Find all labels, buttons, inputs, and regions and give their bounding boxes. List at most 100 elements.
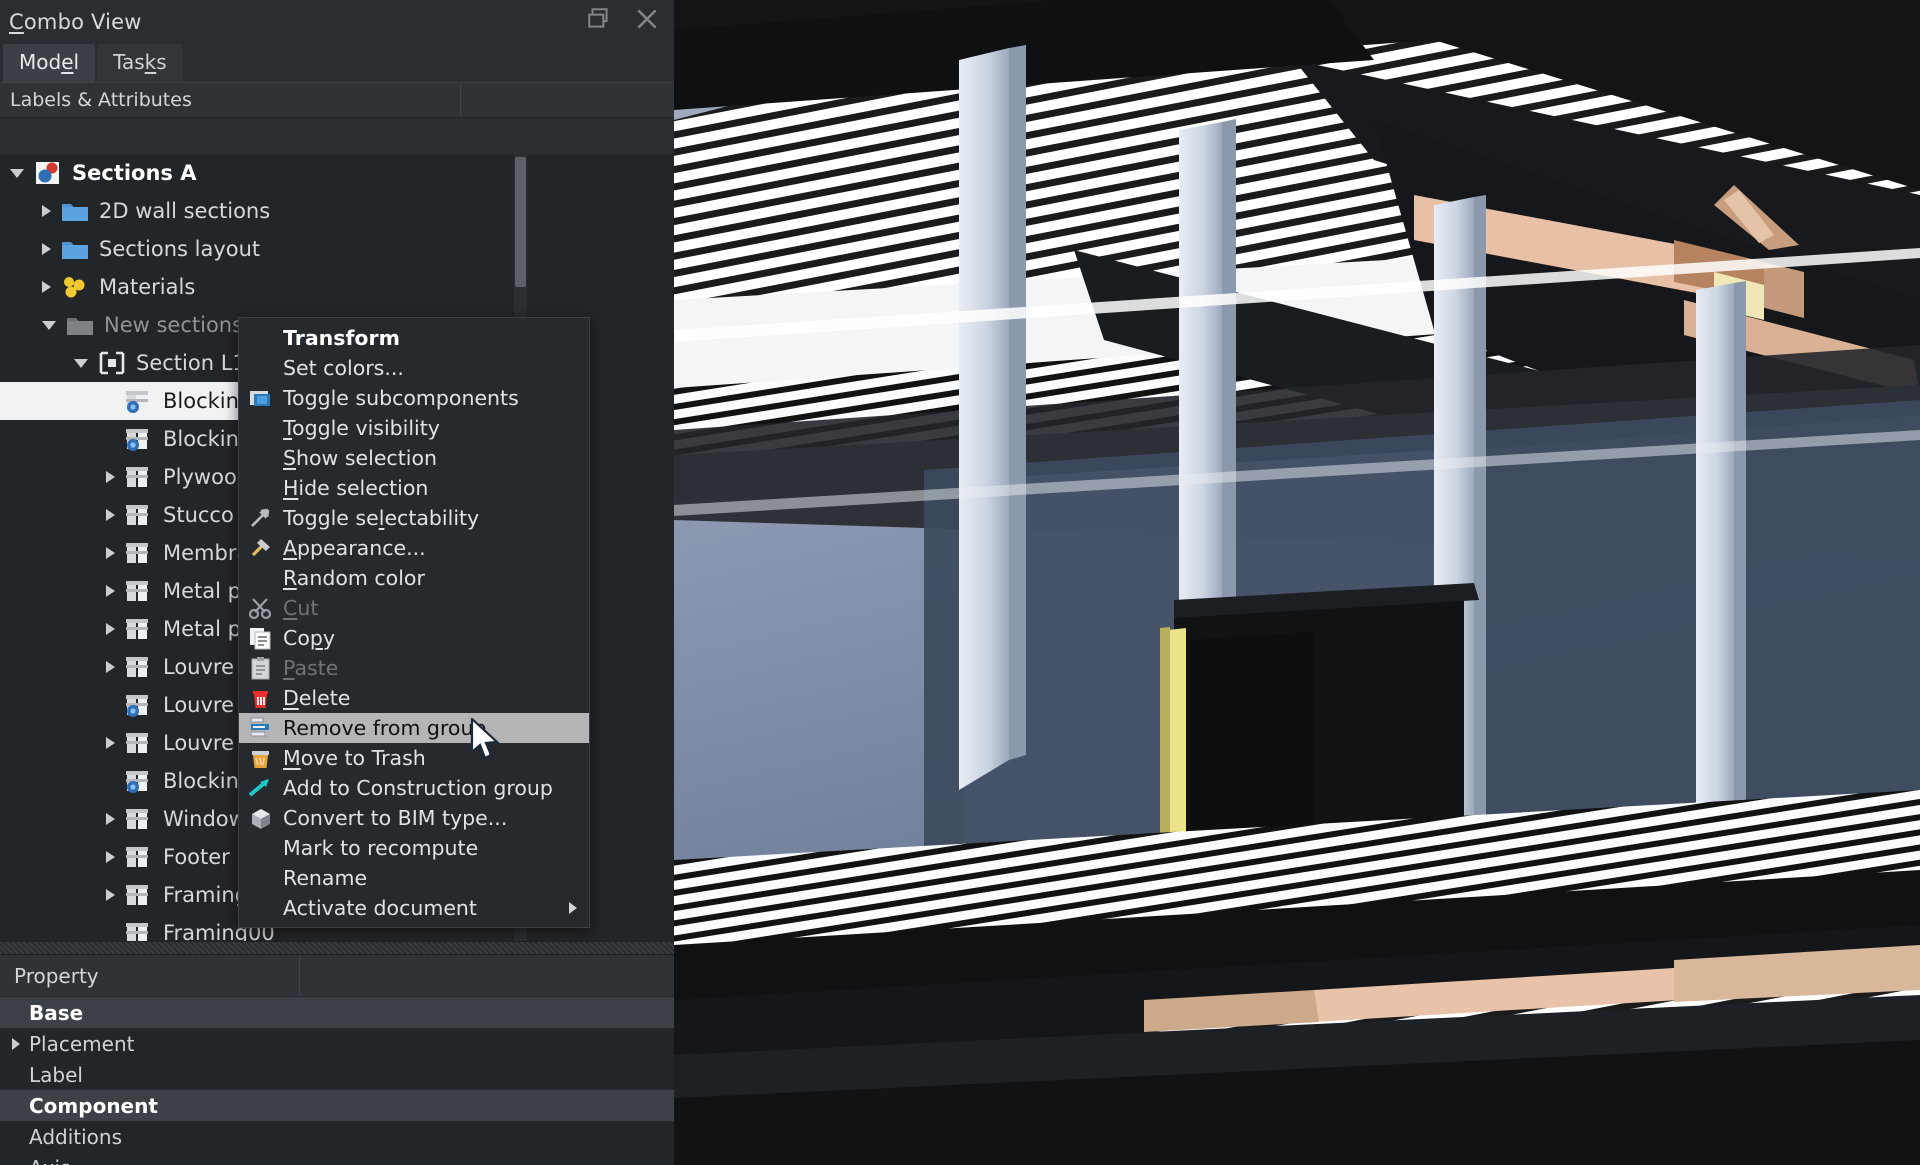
context-menu-item[interactable]: Add to Construction group: [239, 773, 589, 803]
context-menu-item[interactable]: Hide selection: [239, 473, 589, 503]
context-menu-item[interactable]: Convert to BIM type...: [239, 803, 589, 833]
context-menu-item[interactable]: Delete: [239, 683, 589, 713]
context-menu-item[interactable]: Random color: [239, 563, 589, 593]
property-row-label: Axis: [29, 1156, 71, 1165]
blank-icon: [247, 355, 275, 381]
chevron-down-icon[interactable]: [10, 169, 24, 178]
context-menu-item-label: Remove from group: [283, 716, 486, 740]
tree-item-label: 2D wall sections: [99, 199, 270, 223]
context-menu-item[interactable]: Transform: [239, 323, 589, 353]
tree-column-label: Labels & Attributes: [0, 83, 461, 117]
chevron-right-icon[interactable]: [106, 623, 115, 635]
context-menu-item[interactable]: Appearance...: [239, 533, 589, 563]
tree-item[interactable]: Sections A: [0, 154, 674, 192]
context-menu-item[interactable]: Activate document: [239, 893, 589, 923]
chevron-down-icon[interactable]: [74, 359, 88, 368]
tree-column-description: [461, 83, 674, 117]
restore-icon[interactable]: [586, 6, 612, 32]
component-icon: [124, 805, 154, 833]
context-menu-item-label: Toggle subcomponents: [283, 386, 519, 410]
chevron-down-icon[interactable]: [42, 321, 56, 330]
blank-icon: [247, 865, 275, 891]
context-menu-item[interactable]: Show selection: [239, 443, 589, 473]
context-menu-item[interactable]: Toggle selectability: [239, 503, 589, 533]
context-menu-item-label: Appearance...: [283, 536, 426, 560]
materials-icon: [60, 273, 90, 301]
chevron-right-icon[interactable]: [42, 243, 51, 255]
context-menu-item-label: Add to Construction group: [283, 776, 553, 800]
trash-bin-icon: [247, 745, 275, 771]
panel-title: Combo View: [9, 10, 142, 34]
blank-icon: [247, 895, 275, 921]
tree-item[interactable]: Materials: [0, 268, 674, 306]
context-menu-item[interactable]: Toggle subcomponents: [239, 383, 589, 413]
chevron-right-icon[interactable]: [42, 205, 51, 217]
3d-viewport[interactable]: [674, 0, 1920, 1165]
tree-item-label: Framing: [163, 883, 248, 907]
3d-model-render: [674, 0, 1920, 1165]
component-icon: [124, 729, 154, 757]
context-menu-item-label: Convert to BIM type...: [283, 806, 507, 830]
property-row-label: Additions: [29, 1125, 122, 1149]
section-icon: [97, 349, 127, 377]
component-icon: [124, 881, 154, 909]
property-row[interactable]: Component: [0, 1090, 674, 1121]
scissors-icon: [247, 595, 275, 621]
context-menu-item[interactable]: Set colors...: [239, 353, 589, 383]
property-row-label: Base: [29, 1001, 83, 1025]
context-menu-item[interactable]: Toggle visibility: [239, 413, 589, 443]
tree-item[interactable]: 2D wall sections: [0, 192, 674, 230]
chevron-right-icon[interactable]: [106, 737, 115, 749]
panel-splitter[interactable]: [0, 941, 674, 955]
context-menu-item[interactable]: Mark to recompute: [239, 833, 589, 863]
property-row[interactable]: Label: [0, 1059, 674, 1090]
tree-item-label: Section L1: [136, 351, 246, 375]
tree-item-label: Materials: [99, 275, 195, 299]
property-row[interactable]: Axis: [0, 1152, 674, 1165]
tree-item[interactable]: Sections layout: [0, 230, 674, 268]
chevron-right-icon[interactable]: [106, 547, 115, 559]
chevron-right-icon[interactable]: [106, 471, 115, 483]
component-link-icon: [124, 425, 154, 453]
context-menu-item[interactable]: Remove from group: [239, 713, 589, 743]
property-panel: Property BasePlacementLabelComponentAddi…: [0, 955, 674, 1165]
context-menu-item[interactable]: Copy: [239, 623, 589, 653]
component-link-icon: [124, 767, 154, 795]
folder-gray-icon: [65, 311, 95, 339]
context-menu-item[interactable]: Rename: [239, 863, 589, 893]
property-row-label: Placement: [29, 1032, 134, 1056]
component-icon: [124, 653, 154, 681]
tab-model[interactable]: Model: [3, 44, 95, 82]
arrow-select-icon: [247, 505, 275, 531]
context-menu-item-label: Activate document: [283, 896, 477, 920]
chevron-right-icon[interactable]: [42, 281, 51, 293]
tab-tasks[interactable]: Tasks: [97, 44, 183, 82]
chevron-right-icon[interactable]: [106, 585, 115, 597]
blank-icon: [247, 415, 275, 441]
tree-scrollbar-thumb[interactable]: [515, 157, 526, 287]
chevron-right-icon[interactable]: [106, 889, 115, 901]
bim-type-icon: [247, 805, 275, 831]
combo-view-tabs: Model Tasks: [0, 44, 674, 82]
property-row[interactable]: Placement: [0, 1028, 674, 1059]
context-menu-item-label: Set colors...: [283, 356, 404, 380]
chevron-right-icon[interactable]: [106, 813, 115, 825]
chevron-right-icon[interactable]: [106, 661, 115, 673]
paste-icon: [247, 655, 275, 681]
chevron-right-icon[interactable]: [106, 851, 115, 863]
remove-group-icon: [247, 715, 275, 741]
context-menu-item-label: Delete: [283, 686, 350, 710]
context-menu-item-label: Show selection: [283, 446, 437, 470]
combo-view-title-bar: Combo View: [0, 0, 674, 44]
tree-context-menu[interactable]: Transform Set colors... Toggle subcomponen…: [238, 317, 590, 928]
property-row[interactable]: Base: [0, 997, 674, 1028]
chevron-right-icon[interactable]: [106, 509, 115, 521]
document-icon: [33, 159, 63, 187]
component-icon: [124, 539, 154, 567]
context-menu-item[interactable]: Move to Trash: [239, 743, 589, 773]
close-icon[interactable]: [634, 6, 660, 32]
context-menu-item-label: Toggle selectability: [283, 506, 479, 530]
chevron-right-icon[interactable]: [12, 1038, 20, 1050]
property-row[interactable]: Additions: [0, 1121, 674, 1152]
context-menu-item-label: Random color: [283, 566, 425, 590]
